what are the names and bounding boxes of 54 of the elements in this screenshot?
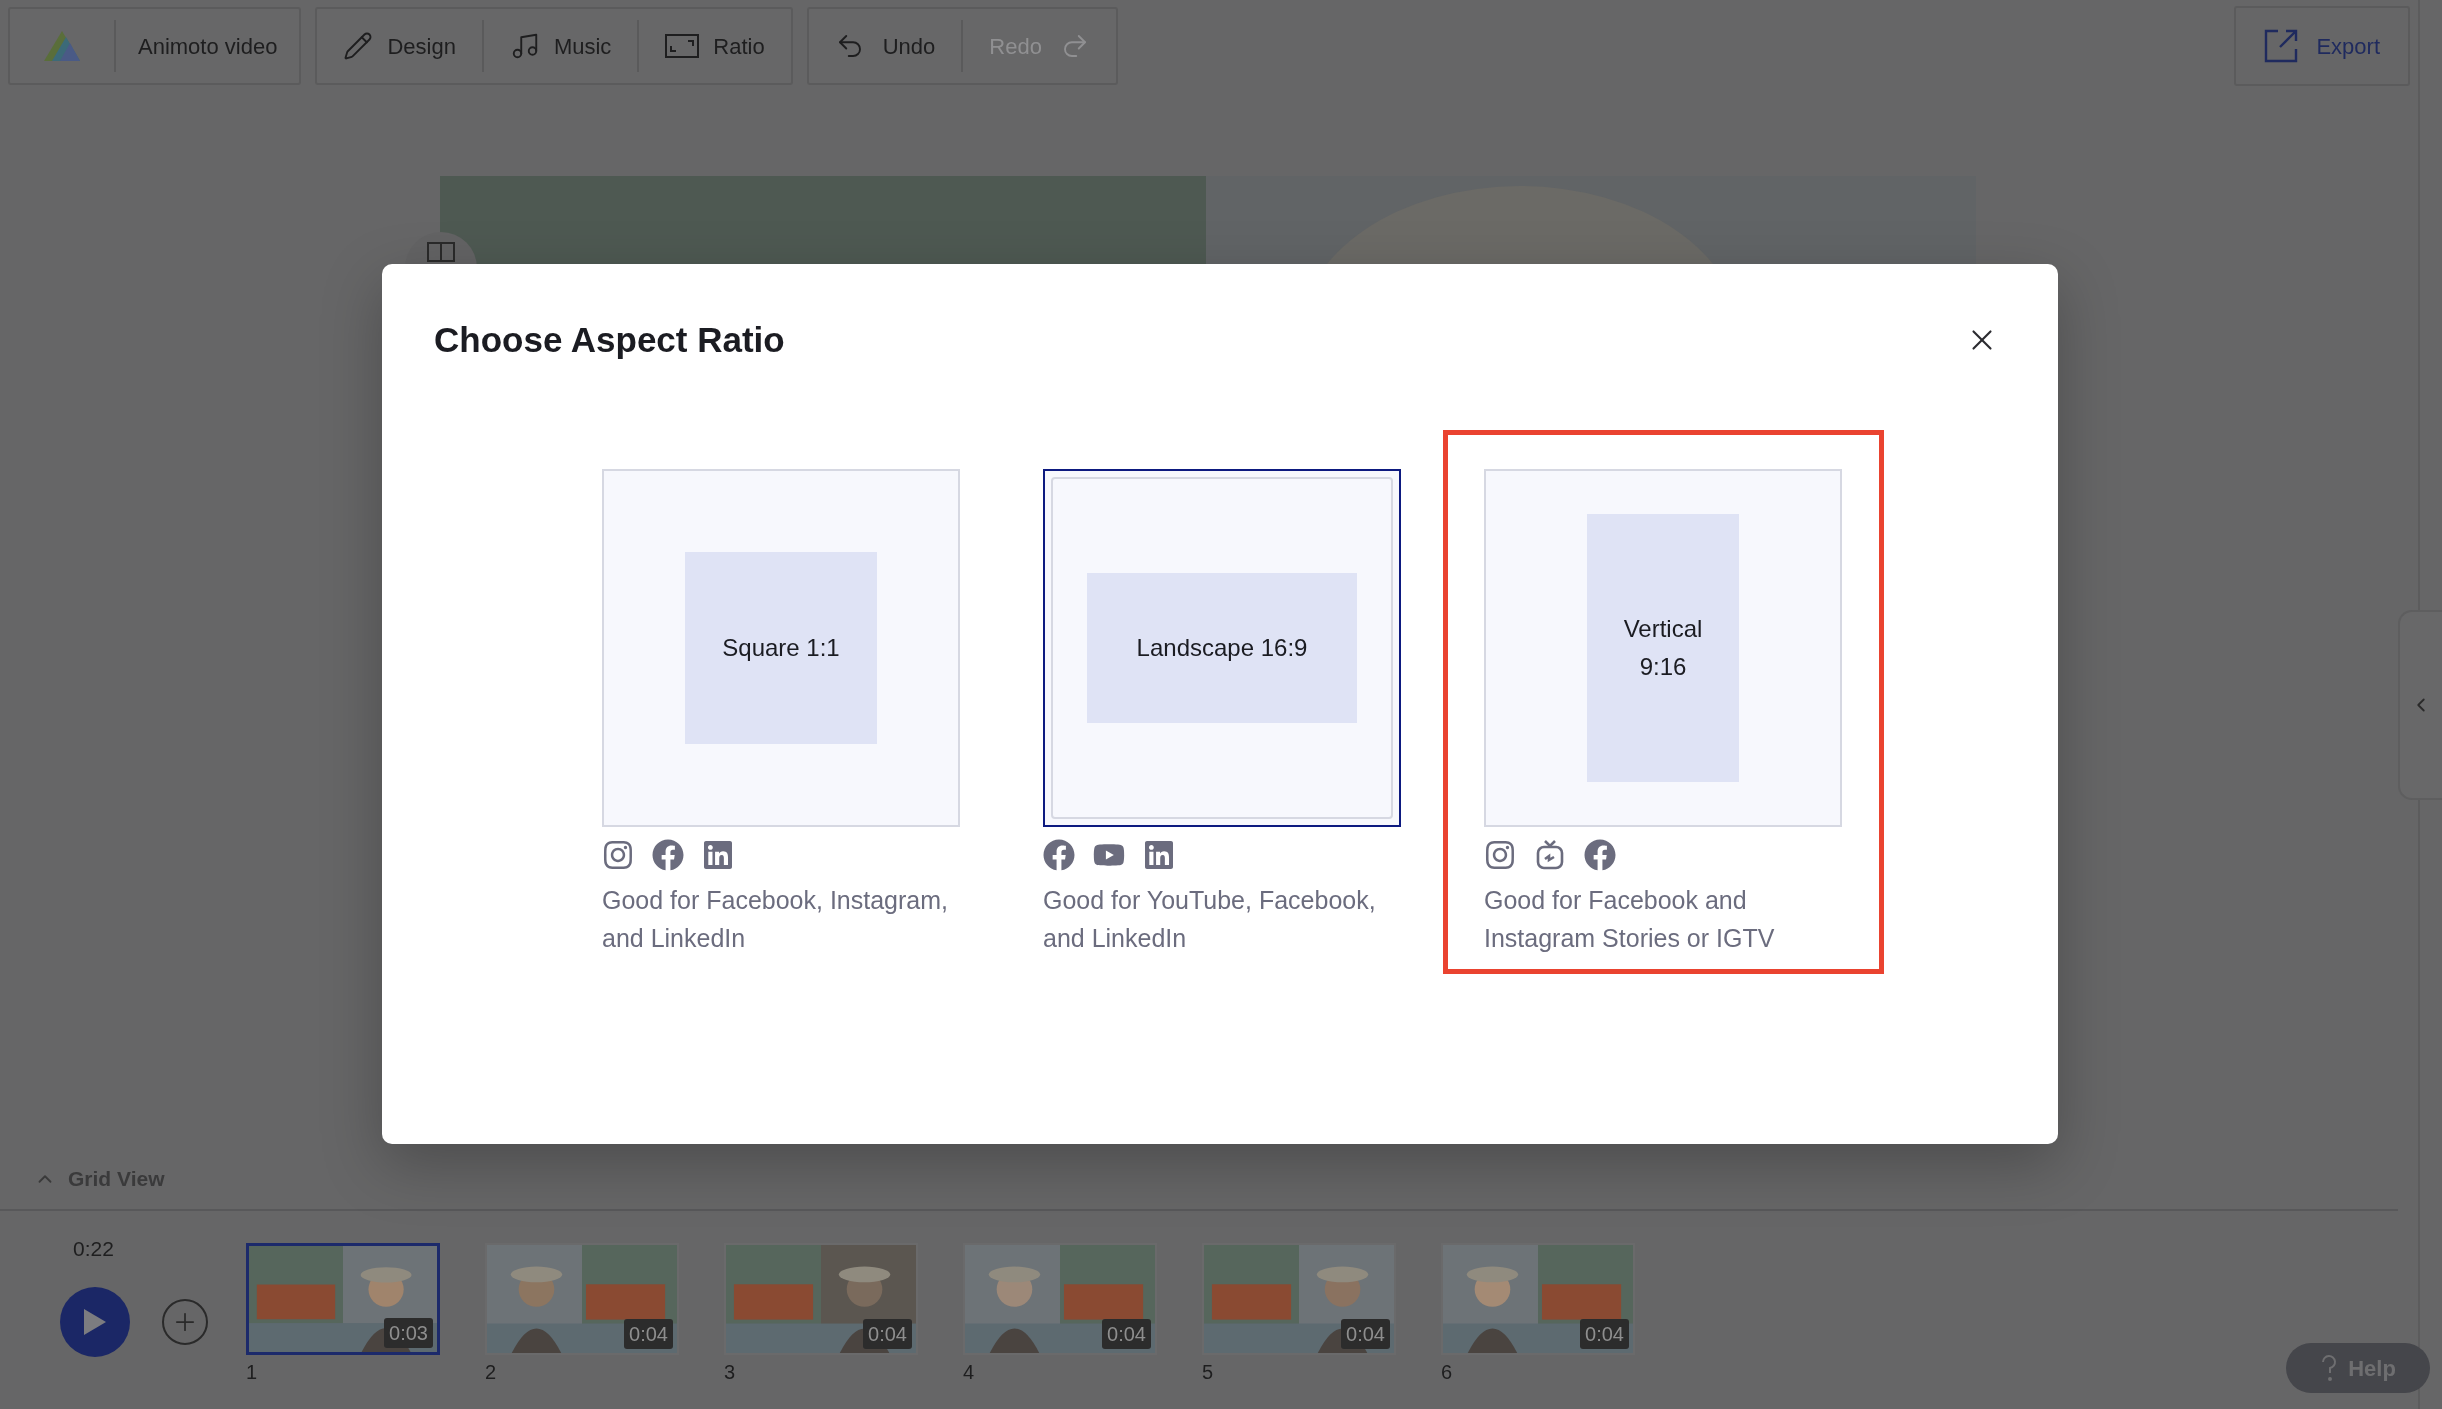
tool-button[interactable]: Ratio bbox=[639, 9, 791, 83]
ratio-description: Good for YouTube, Facebook, and LinkedIn bbox=[1043, 884, 1377, 954]
question-icon bbox=[2320, 1354, 2339, 1382]
ratio-label: Square 1:1 bbox=[722, 632, 840, 663]
scene-thumbnail[interactable]: 0:04 bbox=[485, 1243, 679, 1355]
scene-thumbnail[interactable]: 0:03 bbox=[246, 1243, 440, 1355]
scene-number: 4 bbox=[963, 1360, 976, 1385]
project-title[interactable]: Animoto video bbox=[116, 29, 300, 63]
scene-number: 5 bbox=[1202, 1360, 1215, 1385]
add-scene-button[interactable] bbox=[162, 1298, 208, 1345]
scene-thumbnail[interactable]: 0:04 bbox=[724, 1243, 918, 1355]
scene-duration: 0:03 bbox=[384, 1318, 433, 1348]
pencil-icon bbox=[343, 31, 374, 61]
ratio-preview[interactable]: Landscape 16:9 bbox=[1043, 468, 1401, 827]
linkedin-icon bbox=[702, 838, 734, 871]
scene-duration: 0:04 bbox=[863, 1319, 912, 1349]
ratio-option[interactable]: Square 1:1 Good for Facebook, Instagram, and LinkedIn bbox=[561, 429, 1002, 974]
scene-number: 6 bbox=[1441, 1360, 1454, 1385]
scene-duration: 0:04 bbox=[1341, 1319, 1390, 1349]
scene-thumbnail[interactable]: 0:04 bbox=[1441, 1243, 1635, 1355]
ratio-preview[interactable]: Vertical 9:16 bbox=[1484, 468, 1842, 827]
tv-icon bbox=[1534, 838, 1566, 871]
tool-button[interactable]: Music bbox=[483, 9, 638, 83]
instagram-icon bbox=[602, 838, 634, 871]
ratio-label: Landscape 16:9 bbox=[1136, 632, 1308, 663]
play-icon bbox=[82, 1306, 108, 1337]
ratio-option[interactable]: Landscape 16:9 Good for YouTube, Facebook, and LinkedIn bbox=[1002, 429, 1443, 974]
ratio-label: Vertical 9:16 bbox=[1622, 613, 1704, 682]
ratio-icon bbox=[665, 34, 700, 58]
ratio-option[interactable]: Vertical 9:16 Good for Facebook and Instagram Stories or IGTV bbox=[1443, 429, 1884, 974]
facebook-icon bbox=[1043, 838, 1075, 871]
scene-duration: 0:04 bbox=[1102, 1319, 1151, 1349]
scene-number: 3 bbox=[724, 1360, 737, 1385]
columns-icon bbox=[427, 242, 455, 262]
linkedin-icon bbox=[1143, 838, 1175, 871]
scene-duration: 0:04 bbox=[1580, 1319, 1629, 1349]
export-button[interactable]: Export bbox=[2234, 6, 2410, 86]
side-panel-handle[interactable] bbox=[2398, 610, 2442, 800]
undo-button[interactable]: Undo bbox=[808, 9, 962, 83]
total-duration: 0:22 bbox=[73, 1236, 114, 1262]
ratio-description: Good for Facebook, Instagram, and LinkedIn bbox=[602, 884, 949, 954]
scene-number: 1 bbox=[246, 1360, 259, 1385]
ratio-description: Good for Facebook and Instagram Stories or IGTV bbox=[1484, 884, 1776, 954]
facebook-icon bbox=[1584, 838, 1616, 871]
scene-number: 2 bbox=[485, 1360, 498, 1385]
ratio-preview[interactable]: Square 1:1 bbox=[602, 468, 960, 827]
scene-thumbnail[interactable]: 0:04 bbox=[1202, 1243, 1396, 1355]
scene-thumbnail[interactable]: 0:04 bbox=[963, 1243, 1157, 1355]
instagram-icon bbox=[1484, 838, 1516, 871]
dialog-title: Choose Aspect Ratio bbox=[434, 319, 785, 361]
facebook-icon bbox=[652, 838, 684, 871]
scene-duration: 0:04 bbox=[624, 1319, 673, 1349]
export-icon bbox=[2264, 29, 2299, 63]
tool-button[interactable]: Design bbox=[317, 9, 482, 83]
